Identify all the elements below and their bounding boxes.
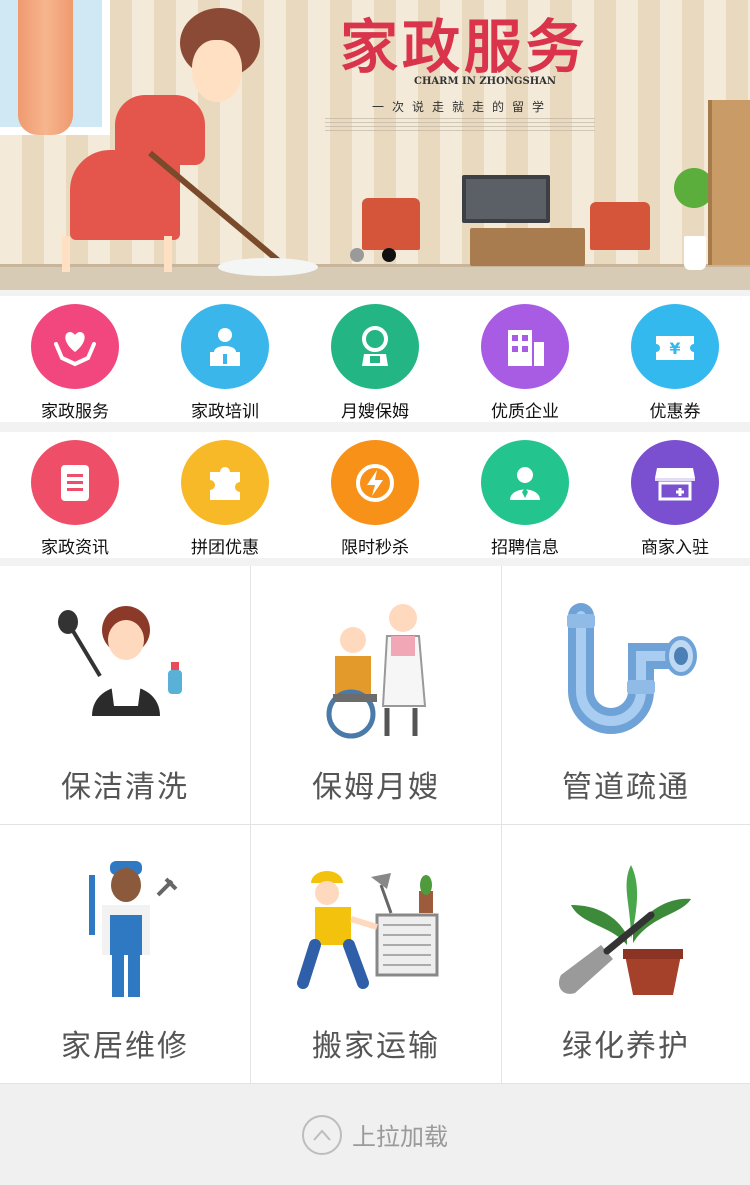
- maid-body-illustration: [115, 95, 205, 165]
- nav-label: 拼团优惠: [191, 538, 259, 558]
- plant-pot-illustration: [684, 236, 706, 270]
- document-icon: [31, 440, 119, 525]
- cleaning-maid-icon: [58, 606, 182, 716]
- mop-head-illustration: [218, 258, 318, 276]
- trowel-plant-icon: [558, 865, 691, 995]
- nav-label: 商家入驻: [641, 538, 709, 558]
- repairman-icon: [89, 861, 178, 997]
- coupon-icon: ¥: [631, 304, 719, 389]
- nanny-icon: [331, 304, 419, 389]
- teacher-podium-icon: [181, 304, 269, 389]
- chevron-up-icon: [302, 1114, 342, 1155]
- service-greening[interactable]: 绿化养护: [502, 825, 750, 1084]
- banner-title: 家政服务: [340, 13, 589, 81]
- pull-up-to-load[interactable]: 上拉加载: [0, 1084, 750, 1185]
- person-badge-icon: [481, 440, 569, 525]
- nav-coupon[interactable]: ¥ 优惠券: [600, 296, 750, 422]
- hero-banner[interactable]: 家政服务 CHARM IN ZHONGSHAN 一次说走就走的留学: [0, 0, 750, 290]
- service-grid: 保洁清洗 保姆月嫂 管道疏通 家居维修 搬家运输 绿化养护: [0, 566, 750, 1084]
- cabinet-illustration: [708, 100, 750, 265]
- pull-up-label: 上拉加载: [352, 1123, 448, 1151]
- puzzle-icon: [181, 440, 269, 525]
- nav-label: 家政资讯: [41, 538, 109, 558]
- curtain-illustration: [18, 0, 73, 135]
- quick-nav-row-1: 家政服务 家政培训 月嫂保姆 优质企业 ¥ 优惠券: [0, 296, 750, 422]
- nav-label: 家政培训: [191, 402, 259, 422]
- nav-housekeeping-service[interactable]: 家政服务: [0, 296, 150, 422]
- service-label: 保洁清洗: [61, 770, 189, 805]
- nav-label: 优惠券: [649, 402, 701, 422]
- banner-subtitle-en: CHARM IN ZHONGSHAN: [414, 76, 557, 87]
- nav-quality-company[interactable]: 优质企业: [450, 296, 600, 422]
- carousel-indicators: [350, 248, 396, 262]
- svg-text:¥: ¥: [669, 339, 680, 358]
- nav-group-buy[interactable]: 拼团优惠: [150, 432, 300, 558]
- caregiver-wheelchair-icon: [326, 604, 427, 739]
- nav-recruitment[interactable]: 招聘信息: [450, 432, 600, 558]
- pipe-icon: [567, 603, 697, 734]
- hands-heart-icon: [31, 304, 119, 389]
- quick-nav-row-2: 家政资讯 拼团优惠 限时秒杀 招聘信息 商家入驻: [0, 432, 750, 558]
- nav-merchant-join[interactable]: 商家入驻: [600, 432, 750, 558]
- service-label: 搬家运输: [312, 1029, 440, 1064]
- service-label: 家居维修: [61, 1029, 189, 1064]
- building-icon: [481, 304, 569, 389]
- storefront-icon: [631, 440, 719, 525]
- nav-label: 招聘信息: [491, 538, 559, 558]
- maid-legs-illustration: [62, 236, 172, 272]
- nav-label: 家政服务: [41, 402, 109, 422]
- service-label: 绿化养护: [562, 1029, 690, 1064]
- banner-fine-print: [325, 118, 595, 132]
- nav-housekeeping-news[interactable]: 家政资讯: [0, 432, 150, 558]
- nav-label: 限时秒杀: [341, 538, 409, 558]
- service-moving[interactable]: 搬家运输: [251, 825, 502, 1084]
- nav-label: 优质企业: [491, 402, 559, 422]
- service-nanny[interactable]: 保姆月嫂: [251, 566, 502, 825]
- service-pipe-unclog[interactable]: 管道疏通: [502, 566, 750, 825]
- carousel-dot-2-active[interactable]: [382, 248, 396, 262]
- banner-subtitle-cn: 一次说走就走的留学: [372, 100, 553, 114]
- nav-label: 月嫂保姆: [341, 402, 409, 422]
- nav-flash-sale[interactable]: 限时秒杀: [300, 432, 450, 558]
- service-cleaning[interactable]: 保洁清洗: [0, 566, 251, 825]
- maid-face-illustration: [192, 40, 242, 102]
- tv-stand-illustration: [470, 228, 585, 266]
- nav-housekeeping-training[interactable]: 家政培训: [150, 296, 300, 422]
- lightning-icon: [331, 440, 419, 525]
- tv-illustration: [462, 175, 550, 223]
- carousel-dot-1[interactable]: [350, 248, 364, 262]
- service-label: 保姆月嫂: [312, 770, 440, 805]
- armchair-illustration: [362, 198, 420, 250]
- service-home-repair[interactable]: 家居维修: [0, 825, 251, 1084]
- nav-nanny[interactable]: 月嫂保姆: [300, 296, 450, 422]
- armchair-illustration: [590, 202, 650, 250]
- service-label: 管道疏通: [562, 770, 690, 805]
- mover-icon: [297, 871, 439, 989]
